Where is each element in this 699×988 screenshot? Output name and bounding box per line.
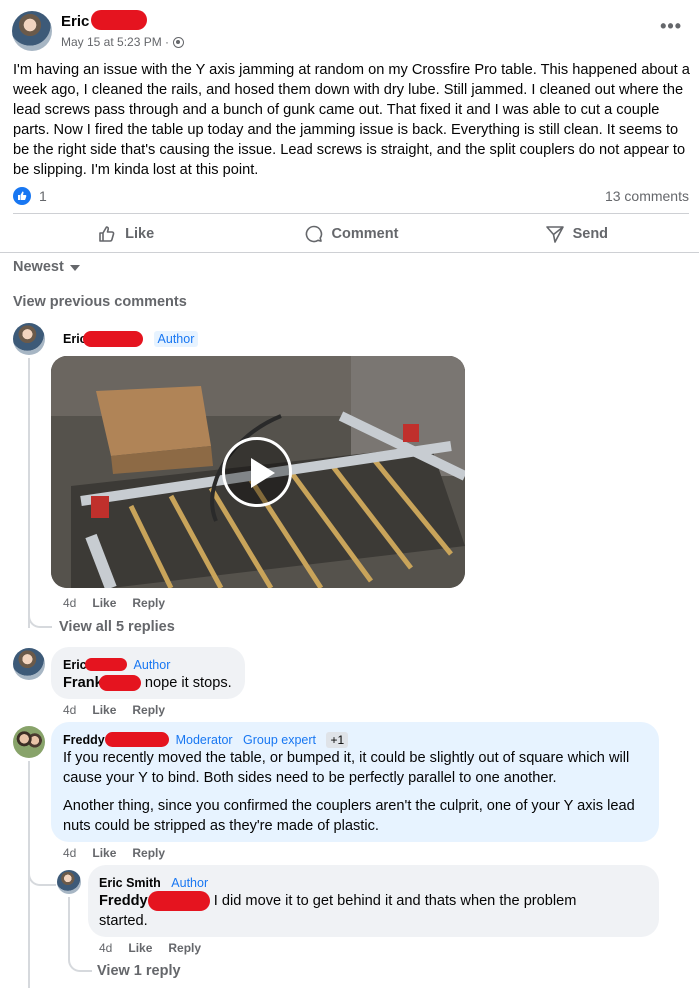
post-text: I'm having an issue with the Y axis jamm… <box>13 62 690 178</box>
action-bar: Like Comment Send <box>13 218 689 250</box>
view-replies-link[interactable]: View 1 reply <box>97 963 181 979</box>
comment-actions: 4d Like Reply <box>63 596 165 610</box>
reactions-row: 1 13 comments <box>13 186 689 206</box>
commenter-name[interactable]: Eric <box>63 658 87 672</box>
comment-actions: 4d Like Reply <box>99 941 201 955</box>
mention-link[interactable]: Freddy <box>99 893 148 909</box>
caret-down-icon <box>69 265 80 271</box>
send-icon <box>545 226 564 243</box>
comment-actions: 4d Like Reply <box>63 703 165 717</box>
comment-bubble: Freddy Moderator Group expert +1 If you … <box>51 722 659 842</box>
like-label: Like <box>125 226 155 242</box>
thread-connector <box>28 612 52 628</box>
group-expert-badge: Group expert <box>243 733 316 747</box>
commenter-name[interactable]: Eric Smith <box>99 876 161 890</box>
more-badges-count[interactable]: +1 <box>326 732 349 748</box>
post-author-avatar[interactable] <box>12 11 52 51</box>
like-reaction-icon[interactable] <box>13 187 31 205</box>
comment-reply-button[interactable]: Reply <box>132 703 165 717</box>
thread-line <box>28 358 30 628</box>
play-icon[interactable] <box>222 437 292 507</box>
post-meta: May 15 at 5:23 PM · <box>61 35 185 49</box>
comment-bubble-icon <box>305 225 322 243</box>
comment-like-button[interactable]: Like <box>92 703 116 717</box>
globe-icon <box>173 36 185 48</box>
sort-label: Newest <box>13 259 64 275</box>
post-timestamp[interactable]: May 15 at 5:23 PM · <box>61 35 169 49</box>
comments-count[interactable]: 13 comments <box>605 188 689 204</box>
comment-header: Eric Author <box>63 330 199 348</box>
comment-like-button[interactable]: Like <box>128 941 152 955</box>
comment-reply-button[interactable]: Reply <box>168 941 201 955</box>
comment-button[interactable]: Comment <box>238 218 463 250</box>
redaction-mark <box>83 330 144 347</box>
divider <box>13 213 689 214</box>
comment-time[interactable]: 4d <box>63 703 76 717</box>
thread-connector <box>28 868 56 886</box>
thumbs-up-icon <box>99 226 115 242</box>
post-author-name[interactable]: Eric <box>61 13 89 30</box>
comment-like-button[interactable]: Like <box>92 596 116 610</box>
commenter-avatar[interactable] <box>57 870 81 894</box>
comment-bubble: Eric Author Frank nope it stops. <box>51 647 245 699</box>
more-options-icon[interactable]: ••• <box>660 16 682 37</box>
commenter-avatar[interactable] <box>13 323 45 355</box>
comment-time[interactable]: 4d <box>99 941 112 955</box>
redaction-mark <box>98 675 141 692</box>
like-button[interactable]: Like <box>13 218 238 250</box>
comment-paragraph: If you recently moved the table, or bump… <box>63 750 630 786</box>
send-button[interactable]: Send <box>464 218 689 250</box>
commenter-avatar[interactable] <box>13 648 45 680</box>
video-thumbnail[interactable] <box>51 356 465 588</box>
comment-text: Freddy I did move it to get behind it an… <box>99 891 629 931</box>
redaction-mark <box>91 10 147 30</box>
comment-reply-button[interactable]: Reply <box>132 846 165 860</box>
thread-line <box>68 897 70 957</box>
comment-body: nope it stops. <box>144 675 232 691</box>
comment-paragraph: Another thing, since you confirmed the c… <box>63 798 635 834</box>
moderator-badge: Moderator <box>175 733 233 747</box>
comment-text: Frank nope it stops. <box>63 673 232 693</box>
divider <box>0 252 699 253</box>
comment-like-button[interactable]: Like <box>92 846 116 860</box>
comment-time[interactable]: 4d <box>63 846 76 860</box>
author-badge: Author <box>153 331 199 347</box>
redaction-mark <box>147 891 210 912</box>
commenter-avatar[interactable] <box>13 726 45 758</box>
comment-label: Comment <box>331 226 399 242</box>
send-label: Send <box>572 226 609 242</box>
post-header: Eric May 15 at 5:23 PM · ••• <box>12 10 688 54</box>
reaction-count[interactable]: 1 <box>39 188 47 204</box>
comment-time[interactable]: 4d <box>63 596 76 610</box>
redaction-mark <box>105 732 170 748</box>
view-replies-link[interactable]: View all 5 replies <box>59 619 175 635</box>
comment-actions: 4d Like Reply <box>63 846 165 860</box>
comment-reply-button[interactable]: Reply <box>132 596 165 610</box>
mention-link[interactable]: Frank <box>63 675 103 691</box>
author-badge: Author <box>171 876 209 890</box>
author-badge: Author <box>133 658 171 672</box>
commenter-name[interactable]: Freddy <box>63 733 105 747</box>
thread-connector <box>68 956 92 972</box>
comment-bubble: Eric Smith Author Freddy I did move it t… <box>88 865 659 937</box>
comment-sort-dropdown[interactable]: Newest <box>13 259 80 275</box>
view-previous-comments-link[interactable]: View previous comments <box>13 294 187 310</box>
redaction-mark <box>85 658 128 672</box>
